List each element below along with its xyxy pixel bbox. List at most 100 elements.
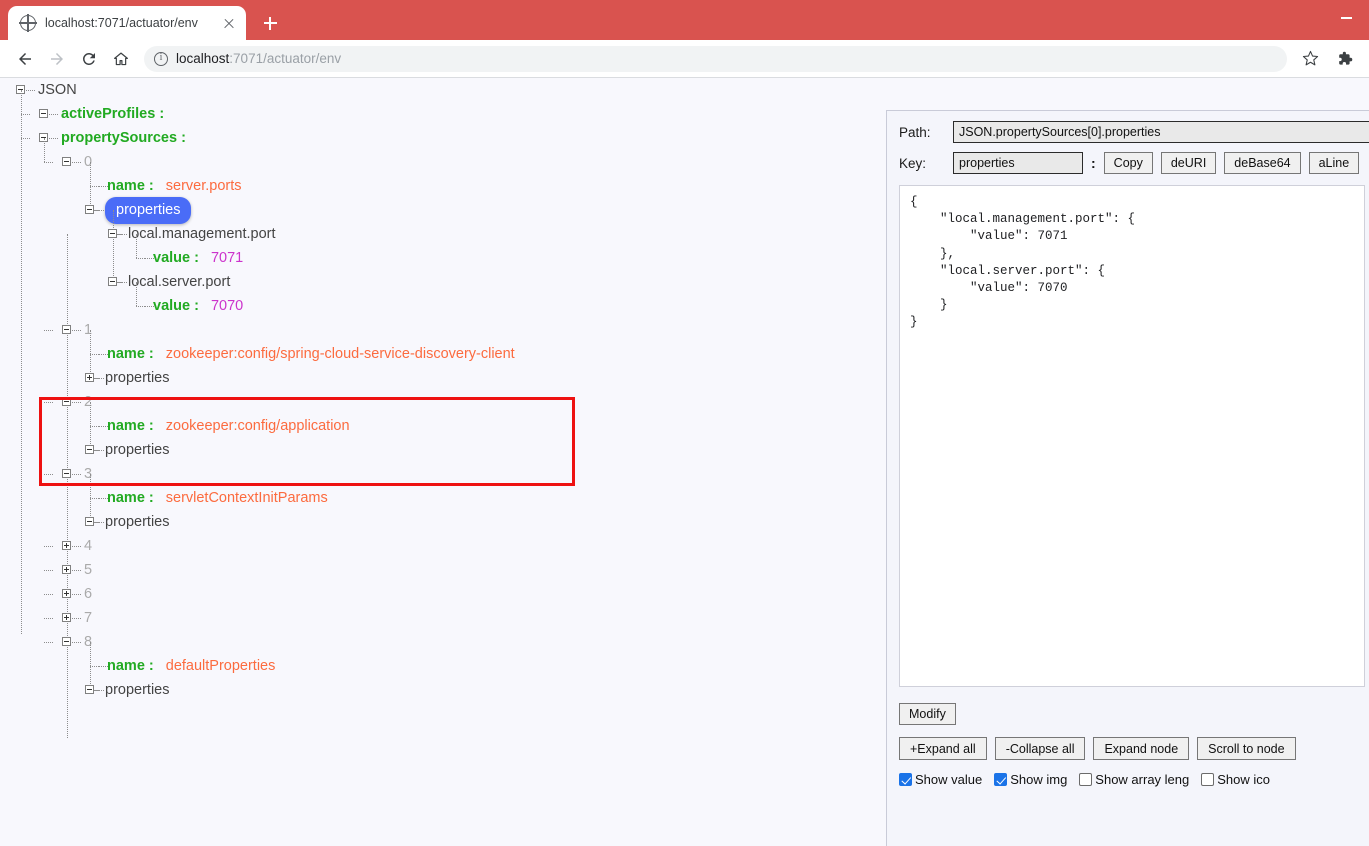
toggle-properties-8[interactable]: [85, 685, 94, 694]
checkbox-show-value-label: Show value: [915, 772, 983, 787]
home-icon[interactable]: [106, 44, 136, 74]
tree-value-mgmt-port[interactable]: 7071: [211, 246, 243, 270]
reload-icon[interactable]: [74, 44, 104, 74]
checkbox-show-array-leng-box[interactable]: [1079, 773, 1093, 786]
star-icon[interactable]: [1295, 44, 1325, 74]
tree-node-local-management-port[interactable]: local.management.port: [128, 222, 276, 246]
checkbox-show-array-leng-label: Show array leng: [1095, 772, 1190, 787]
window-controls: [1323, 0, 1369, 34]
checkbox-show-ico-label: Show ico: [1217, 772, 1270, 787]
checkbox-show-img-box[interactable]: [994, 773, 1008, 786]
tree-index-2[interactable]: 2: [84, 390, 92, 414]
modify-row: Modify: [899, 703, 1369, 725]
tree-index-6[interactable]: 6: [84, 582, 92, 606]
tree-value-server-port[interactable]: 7070: [211, 294, 243, 318]
toggle-index-5[interactable]: [62, 565, 71, 574]
checkbox-show-img-label: Show img: [1010, 772, 1068, 787]
tree-value-name-0[interactable]: server.ports: [166, 174, 242, 198]
tree-index-4[interactable]: 4: [84, 534, 92, 558]
minimize-icon[interactable]: [1323, 0, 1369, 34]
browser-tab[interactable]: localhost:7071/actuator/env: [8, 6, 246, 40]
tree-index-1[interactable]: 1: [84, 318, 92, 342]
path-label: Path:: [899, 124, 931, 140]
tree-key-name-3: name :: [107, 490, 154, 506]
toggle-index-6[interactable]: [62, 589, 71, 598]
path-row: Path:: [899, 121, 1369, 143]
tree-index-3[interactable]: 3: [84, 462, 92, 486]
path-input[interactable]: [953, 121, 1369, 143]
copy-button[interactable]: Copy: [1103, 152, 1153, 174]
browser-window: localhost:7071/actuator/env localhost:70…: [0, 0, 1369, 846]
toggle-properties-0[interactable]: [85, 205, 94, 214]
tree-value-name-1[interactable]: zookeeper:config/spring-cloud-service-di…: [166, 342, 515, 366]
checkbox-show-value[interactable]: Show value: [899, 772, 982, 787]
forward-arrow-icon[interactable]: [42, 44, 72, 74]
deuri-button[interactable]: deURI: [1160, 152, 1217, 174]
checkbox-show-ico[interactable]: Show ico: [1201, 772, 1270, 787]
json-content-textarea[interactable]: { "local.management.port": { "value": 70…: [899, 185, 1365, 687]
checkbox-show-ico-box[interactable]: [1201, 773, 1215, 786]
scroll-to-node-button[interactable]: Scroll to node: [1197, 737, 1296, 760]
tree-node-properties-3[interactable]: properties: [105, 510, 169, 534]
toggle-index-0[interactable]: [62, 157, 71, 166]
expand-node-button[interactable]: Expand node: [1093, 737, 1190, 760]
toggle-local-management-port[interactable]: [108, 229, 117, 238]
tab-strip: localhost:7071/actuator/env: [0, 0, 1369, 40]
tree-node-properties-1[interactable]: properties: [105, 366, 169, 390]
modify-button[interactable]: Modify: [899, 703, 956, 725]
checkbox-show-array-leng[interactable]: Show array leng: [1079, 772, 1189, 787]
tree-key-name-1: name :: [107, 346, 154, 362]
aline-button[interactable]: aLine: [1308, 152, 1360, 174]
url-host: localhost: [176, 51, 230, 66]
tree-index-7[interactable]: 7: [84, 606, 92, 630]
tree-operations-row: +Expand all -Collapse all Expand node Sc…: [899, 737, 1369, 760]
address-bar-url: localhost:7071/actuator/env: [176, 51, 341, 66]
tree-node-properties-8[interactable]: properties: [105, 678, 169, 702]
tree-key-value-server: value :: [153, 298, 199, 314]
tree-index-8[interactable]: 8: [84, 630, 92, 654]
tree-node-local-server-port[interactable]: local.server.port: [128, 270, 230, 294]
toggle-properties-2[interactable]: [85, 445, 94, 454]
toggle-activeProfiles[interactable]: [39, 109, 48, 118]
close-icon[interactable]: [221, 15, 237, 31]
tree-node-properties-2[interactable]: properties: [105, 438, 169, 462]
checkbox-show-value-box[interactable]: [899, 773, 912, 786]
toggle-local-server-port[interactable]: [108, 277, 117, 286]
toggle-index-3[interactable]: [62, 469, 71, 478]
tree-value-name-3[interactable]: servletContextInitParams: [166, 486, 328, 510]
tab-title: localhost:7071/actuator/env: [45, 16, 198, 30]
tree-label-root[interactable]: JSON: [38, 78, 77, 102]
collapse-all-button[interactable]: -Collapse all: [994, 737, 1086, 760]
json-editor-panel: Path: Key: : Copy deURI deBase64 aLine {…: [886, 110, 1369, 846]
browser-toolbar: localhost:7071/actuator/env: [0, 40, 1369, 78]
tree-node-properties-selected[interactable]: properties: [105, 196, 192, 224]
toggle-index-8[interactable]: [62, 637, 71, 646]
site-info-icon[interactable]: [154, 51, 168, 66]
tree-label-propertySources[interactable]: propertySources :: [61, 126, 186, 150]
tree-label-activeProfiles[interactable]: activeProfiles :: [61, 102, 164, 126]
toggle-index-7[interactable]: [62, 613, 71, 622]
toolbar-right-icons: [1295, 44, 1359, 74]
expand-all-button[interactable]: +Expand all: [899, 737, 987, 760]
toggle-properties-3[interactable]: [85, 517, 94, 526]
key-colon: :: [1091, 155, 1096, 171]
address-bar[interactable]: localhost:7071/actuator/env: [144, 45, 1287, 72]
tree-index-5[interactable]: 5: [84, 558, 92, 582]
toggle-index-1[interactable]: [62, 325, 71, 334]
puzzle-icon[interactable]: [1329, 44, 1359, 74]
key-input[interactable]: [953, 152, 1083, 174]
tree-value-name-2[interactable]: zookeeper:config/application: [166, 414, 350, 438]
toggle-index-4[interactable]: [62, 541, 71, 550]
tree-index-0[interactable]: 0: [84, 150, 92, 174]
debase64-button[interactable]: deBase64: [1224, 152, 1301, 174]
globe-icon: [19, 14, 37, 32]
tree-key-name-2: name :: [107, 418, 154, 434]
checkbox-show-img[interactable]: Show img: [994, 772, 1067, 787]
new-tab-button[interactable]: [256, 9, 284, 37]
tree-key-name-8: name :: [107, 658, 154, 674]
tree-key-name-0: name :: [107, 178, 154, 194]
back-arrow-icon[interactable]: [10, 44, 40, 74]
toggle-properties-1[interactable]: [85, 373, 94, 382]
tree-value-name-8[interactable]: defaultProperties: [166, 654, 276, 678]
toggle-index-2[interactable]: [62, 397, 71, 406]
